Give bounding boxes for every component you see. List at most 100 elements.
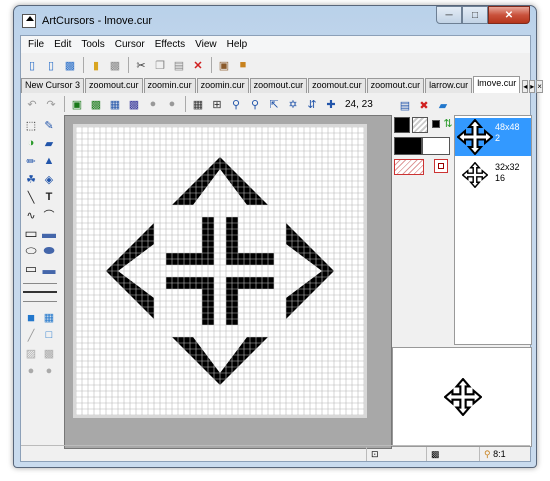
menu-view[interactable]: View — [190, 39, 222, 50]
grid-coarse-icon[interactable]: ⊞ — [208, 95, 226, 113]
app-icon — [22, 14, 36, 28]
pencil-icon[interactable]: ✏ — [23, 153, 39, 169]
filled-rounded-rect-icon[interactable]: ▬ — [41, 261, 57, 277]
rounded-rect-icon[interactable]: ▭ — [23, 261, 39, 277]
text-icon[interactable]: T — [41, 189, 57, 205]
delete-icon[interactable]: ✕ — [189, 56, 207, 74]
tab-5[interactable]: zoomout.cur — [308, 78, 366, 93]
move-cursor-icon — [457, 119, 493, 155]
title-bar[interactable]: ArtCursors - lmove.cur ─ □ ✕ — [14, 6, 536, 35]
left-color-swatch[interactable] — [394, 137, 422, 155]
tab-8[interactable]: lmove.cur — [473, 76, 521, 93]
small-swatch[interactable] — [432, 120, 440, 128]
grid-icon[interactable]: ● — [163, 95, 181, 113]
save-icon[interactable]: ▩ — [61, 56, 79, 74]
menu-edit[interactable]: Edit — [49, 39, 76, 50]
tab-6[interactable]: zoomout.cur — [366, 78, 425, 93]
tab-scroll-close-icon[interactable]: × — [536, 80, 543, 93]
format-size: 32x32 — [495, 162, 520, 172]
maximize-button[interactable]: □ — [462, 6, 488, 24]
save-all-icon[interactable]: ▩ — [106, 56, 124, 74]
curve-icon[interactable]: ∿ — [23, 207, 39, 223]
library-icon[interactable]: ▣ — [215, 56, 233, 74]
ellipse-icon[interactable]: ⬭ — [23, 243, 39, 259]
menu-file[interactable]: File — [23, 39, 49, 50]
menu-help[interactable]: Help — [222, 39, 253, 50]
edit-toolbar: ↶ ↷ ▣ ▩ ▦ ▩ ● ● ▦ ⊞ ⚲ ⚲ ⇱ ✡ ⇵ ✚ 24, 23 ▤… — [21, 94, 530, 114]
filter-icon[interactable]: ● — [144, 95, 162, 113]
redo-icon[interactable]: ↷ — [42, 95, 60, 113]
eraser-tool-icon[interactable]: ▰ — [41, 135, 57, 151]
format-item-48[interactable]: 48x48 2 — [455, 118, 531, 156]
brush-shape-icon[interactable]: ● — [41, 363, 57, 379]
tab-scroll-right-icon[interactable]: ▸ — [529, 80, 536, 93]
tab-2[interactable]: zoomin.cur — [143, 78, 196, 93]
move-cursor-icon — [462, 162, 488, 188]
tab-7[interactable]: larrow.cur — [425, 78, 473, 93]
move-arrows-icon[interactable]: ✡ — [284, 95, 302, 113]
copy-icon[interactable]: ❐ — [151, 56, 169, 74]
hotspot-icon[interactable]: ✚ — [322, 95, 340, 113]
app-window: ArtCursors - lmove.cur ─ □ ✕ File Edit T… — [13, 5, 543, 468]
menu-effects[interactable]: Effects — [150, 39, 190, 50]
format-item-32[interactable]: 32x32 16 — [455, 158, 531, 196]
zoom-in-icon[interactable]: ⚲ — [227, 95, 245, 113]
line-icon[interactable]: ╲ — [23, 189, 39, 205]
book-icon[interactable]: ■ — [234, 56, 252, 74]
grid-fine-icon[interactable]: ▦ — [189, 95, 207, 113]
select-hotspot-icon[interactable]: ⇱ — [265, 95, 283, 113]
open-folder-icon[interactable]: ▮ — [87, 56, 105, 74]
arc-icon[interactable]: ⌒ — [41, 207, 57, 223]
brush-icon[interactable]: ▲ — [41, 153, 57, 169]
pixel-grid[interactable] — [76, 127, 364, 415]
minimize-button[interactable]: ─ — [436, 6, 462, 24]
fill-icon[interactable]: ◑ — [23, 135, 39, 151]
color-mode-icon[interactable]: ■ — [23, 309, 39, 325]
spray-icon[interactable]: ☘ — [23, 171, 39, 187]
eraser-icon[interactable]: ▰ — [434, 96, 452, 114]
format-icon[interactable]: ▤ — [396, 96, 414, 114]
right-color-swatch[interactable] — [422, 137, 450, 155]
foreground-swatch[interactable] — [394, 117, 410, 133]
window-title: ArtCursors - lmove.cur — [42, 15, 153, 27]
remove-format-icon[interactable]: ✖ — [415, 96, 433, 114]
image-icon[interactable]: ▩ — [87, 95, 105, 113]
new-file-icon[interactable]: ▯ — [23, 56, 41, 74]
invert-icon[interactable]: □ — [41, 327, 57, 343]
rect-icon[interactable]: ▭ — [23, 225, 39, 241]
zoom-out-icon[interactable]: ⚲ — [246, 95, 264, 113]
tab-3[interactable]: zoomin.cur — [196, 78, 249, 93]
shadow-icon[interactable]: ▨ — [23, 345, 39, 361]
paste-icon[interactable]: ▤ — [170, 56, 188, 74]
undo-icon[interactable]: ↶ — [23, 95, 41, 113]
transparent-swatch[interactable] — [412, 117, 428, 133]
transparent-mode-icon[interactable]: ▦ — [41, 309, 57, 325]
menu-cursor[interactable]: Cursor — [110, 39, 150, 50]
screen-color-swatch[interactable] — [394, 159, 424, 175]
filled-ellipse-icon[interactable]: ⬬ — [41, 243, 57, 259]
tab-1[interactable]: zoomout.cur — [85, 78, 143, 93]
pipette-icon[interactable]: ✎ — [41, 117, 57, 133]
antialias-icon[interactable]: ╱ — [23, 327, 39, 343]
drawing-canvas-area[interactable] — [64, 115, 392, 449]
tab-4[interactable]: zoomout.cur — [249, 78, 308, 93]
tab-0[interactable]: New Cursor 3 — [21, 78, 85, 93]
outline-icon[interactable]: ▩ — [41, 345, 57, 361]
menu-tools[interactable]: Tools — [76, 39, 109, 50]
formats-list: 48x48 2 32x32 16 — [454, 115, 532, 345]
status-hotspot: ⊡ — [366, 447, 416, 461]
document-tabs: New Cursor 3 zoomout.cur zoomin.cur zoomin.… — [21, 76, 543, 93]
brush-size-icon[interactable]: ● — [23, 363, 39, 379]
blend-icon[interactable]: ▩ — [125, 95, 143, 113]
bucket-icon[interactable]: ◈ — [41, 171, 57, 187]
close-button[interactable]: ✕ — [488, 6, 530, 24]
filled-rect-icon[interactable]: ▬ — [41, 225, 57, 241]
cut-icon[interactable]: ✂ — [132, 56, 150, 74]
open-file-icon[interactable]: ▯ — [42, 56, 60, 74]
mode-icon[interactable]: ▣ — [68, 95, 86, 113]
select-rect-icon[interactable]: ⬚ — [23, 117, 39, 133]
flip-icon[interactable]: ⇵ — [303, 95, 321, 113]
layers-icon[interactable]: ▦ — [106, 95, 124, 113]
tab-scroll-left-icon[interactable]: ◂ — [522, 80, 529, 93]
inverse-color-swatch[interactable] — [434, 159, 448, 173]
